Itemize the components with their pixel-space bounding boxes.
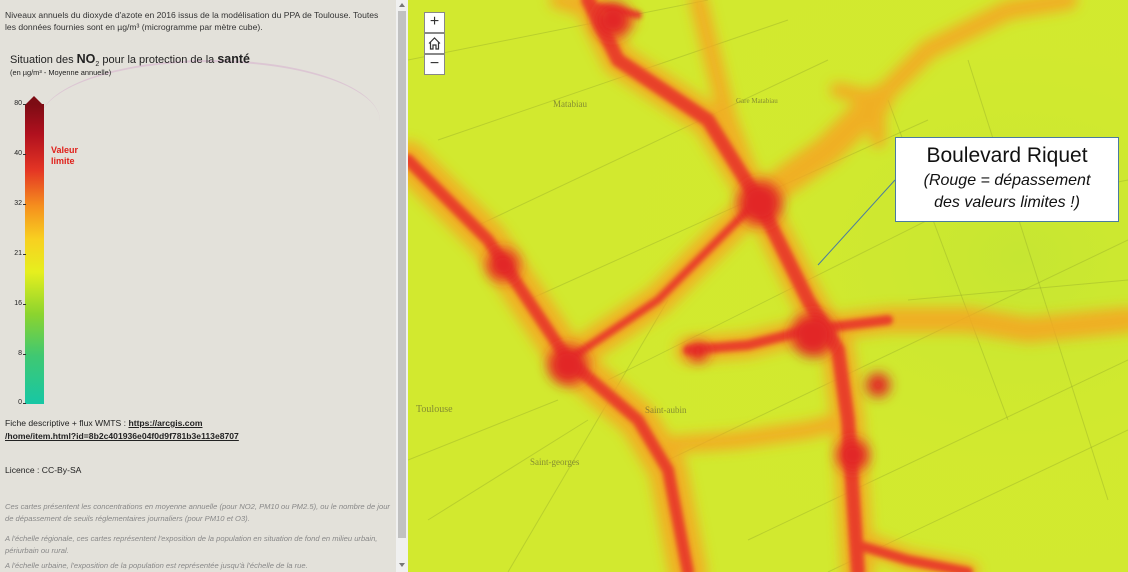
scroll-down-icon[interactable]	[399, 563, 405, 567]
boulevard-riquet-callout: Boulevard Riquet (Rouge = dépassement de…	[895, 137, 1119, 222]
home-icon	[428, 37, 441, 50]
zoom-out-button[interactable]: −	[424, 54, 445, 75]
map-label-matabiau: Matabiau	[553, 99, 587, 109]
callout-title: Boulevard Riquet	[926, 144, 1088, 167]
note-text: Ces cartes présentent les concentrations…	[5, 502, 390, 523]
map-label-saint-aubin: Saint-aubin	[645, 405, 687, 415]
intro-text: Niveaux annuels du dioxyde d'azote en 20…	[5, 10, 379, 32]
tick-mark	[23, 204, 26, 205]
tick-mark	[23, 104, 26, 105]
tick-mark	[23, 304, 26, 305]
tick-mark	[23, 154, 26, 155]
map-label-saint-georges: Saint-georges	[530, 457, 580, 467]
scroll-up-icon[interactable]	[399, 3, 405, 7]
tick-label: 0	[18, 399, 22, 406]
tick-label: 32	[14, 200, 22, 207]
callout-line-2: des valeurs limites !)	[934, 194, 1080, 211]
pollution-map[interactable]: Matabiau Gare Matabiau Toulouse Saint-au…	[408, 0, 1128, 572]
map-label-gare: Gare Matabiau	[736, 97, 778, 105]
sidebar-scrollbar[interactable]	[396, 0, 408, 572]
legend-title: Situation des NO2 pour la protection de …	[10, 52, 250, 69]
color-scale	[25, 104, 44, 404]
tick-label: 8	[18, 350, 22, 357]
callout-line-1: (Rouge = dépassement	[923, 172, 1091, 189]
map-label-toulouse: Toulouse	[416, 404, 453, 415]
tick-mark	[23, 354, 26, 355]
scroll-thumb[interactable]	[398, 11, 406, 538]
note-text: A l'échelle urbaine, l'exposition de la …	[5, 561, 308, 570]
background-watermark	[40, 60, 380, 182]
tick-label: 80	[14, 100, 22, 107]
tick-label: 16	[14, 300, 22, 307]
zoom-in-button[interactable]: +	[424, 12, 445, 33]
home-button[interactable]	[424, 33, 445, 54]
limit-value-label: Valeur limite	[51, 145, 79, 166]
map-canvas	[408, 0, 1128, 572]
tick-mark	[23, 254, 26, 255]
legend-panel: Niveaux annuels du dioxyde d'azote en 20…	[0, 0, 396, 572]
tick-mark	[23, 403, 26, 404]
note-text: A l'échelle régionale, ces cartes représ…	[5, 534, 378, 555]
legend-subtitle: (en µg/m³ - Moyenne annuelle)	[10, 68, 112, 77]
tick-label: 21	[14, 250, 22, 257]
tick-label: 40	[14, 150, 22, 157]
fiche-descriptive: Fiche descriptive + flux WMTS : https://…	[5, 418, 239, 441]
licence-text: Licence : CC-By-SA	[5, 465, 82, 475]
